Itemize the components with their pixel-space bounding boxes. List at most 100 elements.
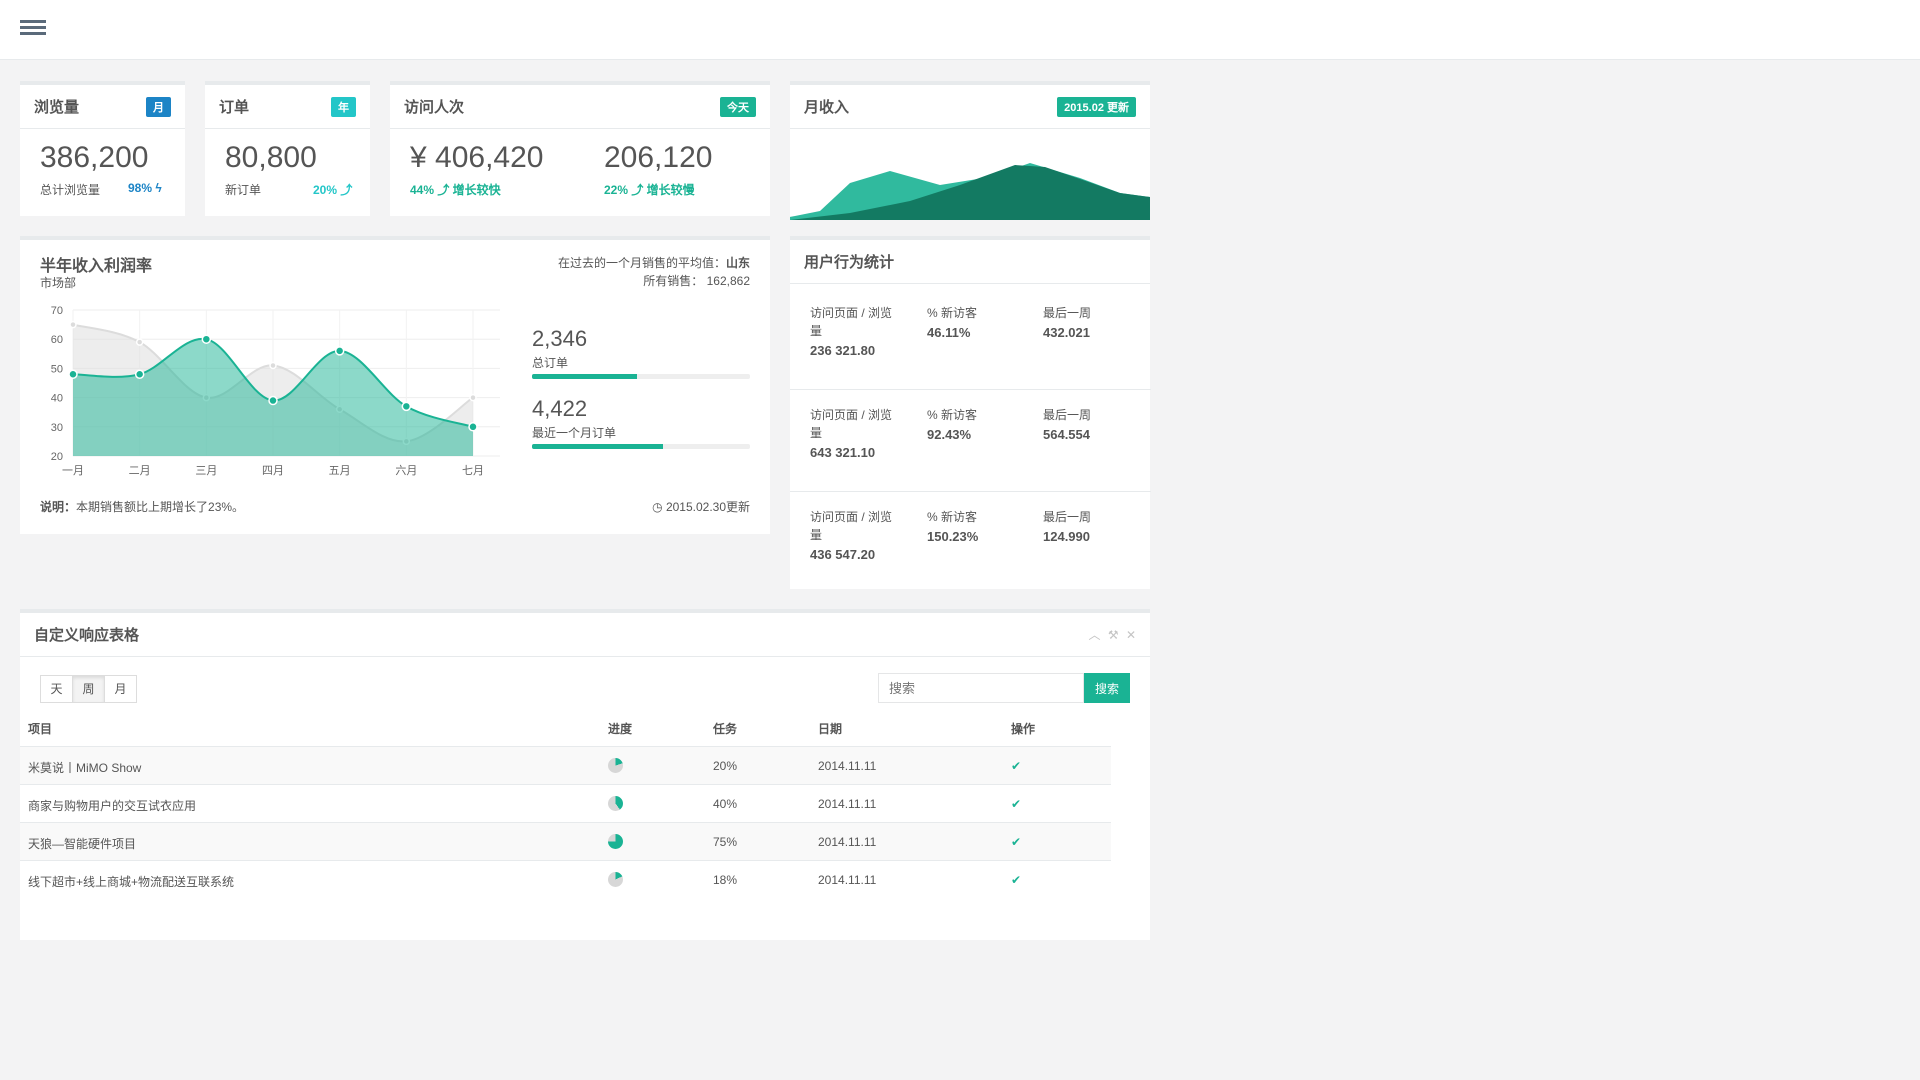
search-button[interactable]: 搜索 xyxy=(1084,673,1130,703)
progress-pie-icon xyxy=(608,872,623,887)
metric-value: 150.23% xyxy=(927,529,979,544)
card-title: 用户行为统计 xyxy=(804,254,895,271)
stat-card-pageviews: 浏览量 月 386,200 总计浏览量 98% ϟ xyxy=(20,81,185,216)
metric-label: % 新访客 xyxy=(927,306,978,320)
behavior-col: % 新访客 92.43% xyxy=(927,406,977,444)
card-title: 订单 xyxy=(219,99,250,116)
project-name: 商家与购物用户的交互试衣应用 xyxy=(28,799,197,813)
data-point[interactable] xyxy=(134,369,145,379)
segment-day[interactable]: 天 xyxy=(40,675,73,703)
data-point[interactable] xyxy=(334,346,345,356)
table-row[interactable]: 商家与购物用户的交互试衣应用 40% 2014.11.11 ✔ xyxy=(20,784,1111,822)
stat-card-visits: 访问人次 今天 ¥ 406,420 44% ⤴ 增长较快 206,120 22%… xyxy=(390,81,770,216)
card-title: 月收入 xyxy=(804,99,850,116)
x-tick-label: 一月 xyxy=(62,465,84,477)
y-tick-label: 40 xyxy=(51,393,63,405)
segment-week[interactable]: 周 xyxy=(72,675,105,703)
total-label: 所有销售： xyxy=(643,274,704,288)
behavior-col: % 新访客 150.23% xyxy=(927,508,978,546)
projects-table: 项目 进度 任务 日期 操作 米莫说丨MiMO Show 20% 2014.11… xyxy=(20,716,1111,889)
period-badge: 今天 xyxy=(720,96,756,117)
data-point[interactable] xyxy=(269,361,277,370)
metric-value: 564.554 xyxy=(1043,427,1090,442)
progress-pie-icon xyxy=(608,758,623,773)
progress-pie-icon xyxy=(608,834,623,849)
data-point[interactable] xyxy=(201,334,212,344)
y-tick-label: 20 xyxy=(51,451,63,463)
behavior-row: 访问页面 / 浏览量 436 547.20 % 新访客 150.23% 最后一周 12… xyxy=(790,492,1151,594)
x-tick-label: 三月 xyxy=(195,465,217,477)
chart-note: 说明：本期销售额比上期增长了23%。 xyxy=(40,498,244,515)
close-icon[interactable]: ✕ xyxy=(1126,628,1136,642)
table-row[interactable]: 米莫说丨MiMO Show 20% 2014.11.11 ✔ xyxy=(20,746,1111,784)
x-tick-label: 四月 xyxy=(262,465,284,477)
col-header-project: 项目 xyxy=(28,722,53,736)
stat-percent: 22% ⤴ 增长较慢 xyxy=(604,183,695,197)
metric-label: 访问页面 / 浏览量 xyxy=(810,408,893,440)
col-header-progress: 进度 xyxy=(608,722,633,736)
check-icon[interactable]: ✔ xyxy=(1011,873,1021,887)
task-date: 2014.11.11 xyxy=(818,759,877,773)
stat-card-monthly-income: 月收入 2015.02 更新 xyxy=(790,81,1150,220)
orders-progress xyxy=(532,374,750,379)
recent-orders-label: 最近一个月订单 xyxy=(532,426,617,440)
profit-area-chart: 20 30 40 50 60 70 一月 二月 三月 四月 五月 六月 七月 xyxy=(51,305,500,477)
stat-value: 386,200 xyxy=(40,141,149,174)
segment-month[interactable]: 月 xyxy=(104,675,137,703)
note-label: 说明： xyxy=(40,500,77,514)
recent-orders-value: 4,422 xyxy=(532,396,588,421)
col-header-date: 日期 xyxy=(818,722,843,736)
check-icon[interactable]: ✔ xyxy=(1011,759,1021,773)
data-point[interactable] xyxy=(401,401,412,412)
task-percent: 20% xyxy=(713,759,738,773)
data-point[interactable] xyxy=(68,369,78,379)
update-text: 2015.02.30更新 xyxy=(665,500,750,514)
card-title: 浏览量 xyxy=(34,99,80,116)
data-point[interactable] xyxy=(135,338,144,346)
metric-label: % 新访客 xyxy=(927,510,978,524)
stat-value: 80,800 xyxy=(225,141,317,174)
behavior-col: 访问页面 / 浏览量 643 321.10 xyxy=(810,406,900,462)
data-point[interactable] xyxy=(468,422,478,432)
metric-label: 访问页面 / 浏览量 xyxy=(810,510,893,542)
chevron-up-icon[interactable]: ︿ xyxy=(1088,628,1100,642)
progress-pie-icon xyxy=(608,796,623,811)
behavior-col: 访问页面 / 浏览量 236 321.80 xyxy=(810,304,900,360)
check-icon[interactable]: ✔ xyxy=(1011,835,1021,849)
period-badge: 月 xyxy=(146,96,171,117)
orders-label: 总订单 xyxy=(532,356,569,370)
data-point[interactable] xyxy=(469,393,477,402)
stat-value-revenue: ¥ 406,420 xyxy=(410,141,544,174)
project-name: 米莫说丨MiMO Show xyxy=(28,761,142,775)
orders-value: 2,346 xyxy=(532,326,588,351)
note-text: 本期销售额比上期增长了23%。 xyxy=(76,500,245,514)
search-input[interactable] xyxy=(878,673,1084,703)
y-tick-label: 30 xyxy=(51,422,63,434)
data-point[interactable] xyxy=(69,320,77,329)
metric-value: 436 547.20 xyxy=(810,547,876,562)
stat-card-orders: 订单 年 80,800 新订单 20% ⤴ xyxy=(205,81,370,216)
table-row[interactable]: 天狼—智能硬件项目 75% 2014.11.11 ✔ xyxy=(20,822,1111,860)
chart-subtitle: 市场部 xyxy=(40,276,77,290)
metric-value: 92.43% xyxy=(927,427,972,442)
x-tick-label: 五月 xyxy=(329,465,351,477)
wrench-icon[interactable]: ⚒ xyxy=(1108,628,1119,642)
top-navbar xyxy=(0,0,1920,60)
data-point[interactable] xyxy=(268,395,278,406)
col-header-action: 操作 xyxy=(1011,722,1036,736)
project-name: 线下超市+线上商城+物流配送互联系统 xyxy=(28,875,235,889)
table-row[interactable]: 线下超市+线上商城+物流配送互联系统 18% 2014.11.11 ✔ xyxy=(20,860,1111,898)
clock-icon: ◷ xyxy=(652,500,663,514)
task-percent: 75% xyxy=(713,835,738,849)
card-title: 访问人次 xyxy=(404,99,465,116)
check-icon[interactable]: ✔ xyxy=(1011,797,1021,811)
metric-value: 236 321.80 xyxy=(810,343,876,358)
metric-value: 432.021 xyxy=(1043,325,1090,340)
y-tick-label: 70 xyxy=(51,305,63,317)
income-sparkline xyxy=(790,163,1150,220)
total-sales: 所有销售： 162,862 xyxy=(643,272,750,289)
metric-label: 访问页面 / 浏览量 xyxy=(810,306,893,338)
list-icon[interactable] xyxy=(20,20,46,40)
task-percent: 40% xyxy=(713,797,738,811)
card-title: 自定义响应表格 xyxy=(34,627,140,644)
